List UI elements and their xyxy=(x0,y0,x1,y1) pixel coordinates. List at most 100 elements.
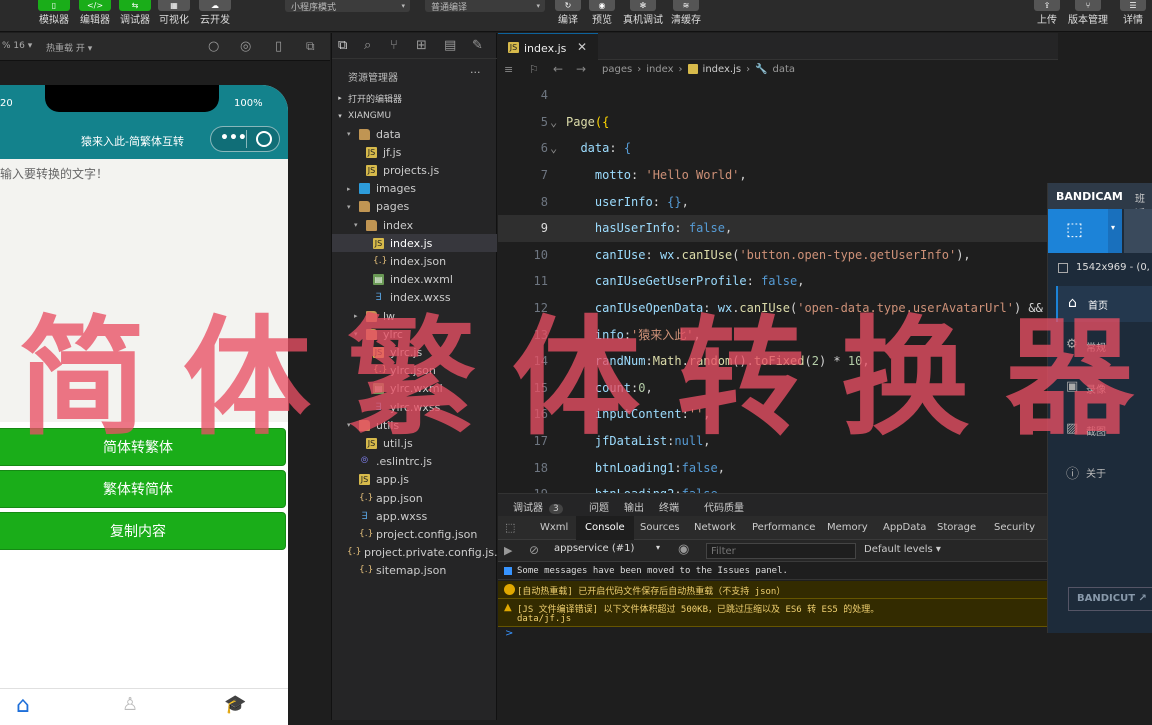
window-icon[interactable]: ⧉ xyxy=(306,39,315,54)
chevron-right-icon[interactable]: ▸ xyxy=(354,312,366,320)
devtools-tab[interactable]: Network xyxy=(694,522,736,533)
forward-arrow-icon[interactable]: → xyxy=(576,62,586,76)
bandicut-button[interactable]: BANDICUT ↗ xyxy=(1068,587,1152,611)
devtools-tab[interactable]: Security xyxy=(994,522,1035,533)
tree-item[interactable]: JS app.js xyxy=(332,471,497,489)
devtools-tab[interactable]: Console xyxy=(576,516,634,540)
compile-button[interactable]: ↻ 编译 xyxy=(555,0,581,26)
devtools-tab[interactable]: Performance xyxy=(752,522,815,533)
menu-general[interactable]: ⚙ 常规 xyxy=(1056,328,1152,364)
version-button[interactable]: ⑂ 版本管理 xyxy=(1068,0,1108,26)
fold-icon[interactable]: ⌄ xyxy=(550,141,557,155)
code-line[interactable]: 4 xyxy=(498,82,1058,109)
real-debug-button[interactable]: ✻ 真机调试 xyxy=(623,0,663,26)
tree-item[interactable]: ▤ index.wxml xyxy=(332,271,497,289)
tree-item[interactable]: ▸ images xyxy=(332,180,497,198)
chevron-right-icon[interactable]: ▸ xyxy=(347,185,359,193)
text-input-area[interactable]: 输入要转换的文字！ xyxy=(0,159,288,422)
tree-item[interactable]: JS projects.js xyxy=(332,161,497,179)
panel-tab[interactable]: 输出 xyxy=(624,499,644,514)
traditional-to-simplified-button[interactable]: 繁体转简体 xyxy=(0,470,286,508)
code-line[interactable]: 19 btnLoading2:false xyxy=(498,481,1058,493)
tree-item[interactable]: {.} app.json xyxy=(332,489,497,507)
refresh-icon[interactable]: ○ xyxy=(208,39,219,54)
tree-item[interactable]: JS util.js xyxy=(332,434,497,452)
outline-icon[interactable]: ▤ xyxy=(444,38,456,53)
details-button[interactable]: ☰ 详情 xyxy=(1120,0,1146,26)
tab-index-js[interactable]: JS index.js ✕ xyxy=(498,33,598,60)
clear-cache-button[interactable]: ≋ 清缓存 xyxy=(671,0,701,26)
more-icon[interactable]: ••• xyxy=(220,130,247,146)
tree-item[interactable]: {.} index.json xyxy=(332,252,497,270)
extensions-icon[interactable]: ⊞ xyxy=(416,38,427,53)
warn-message-file[interactable]: data/jf.js xyxy=(517,614,571,624)
eye-icon[interactable]: ◉ xyxy=(678,542,689,557)
git-icon[interactable]: ⑂ xyxy=(390,38,398,53)
search-icon[interactable]: ⌕ xyxy=(364,38,371,53)
copy-content-button[interactable]: 复制内容 xyxy=(0,512,286,550)
tree-item[interactable]: ▤ ylrc.wxml xyxy=(332,380,497,398)
visualize-button[interactable]: ▦ 可视化 xyxy=(158,0,190,26)
tree-item[interactable]: ▾ data xyxy=(332,125,497,143)
tree-item[interactable]: ∃ app.wxss xyxy=(332,507,497,525)
tree-item[interactable]: JS index.js xyxy=(332,234,497,253)
menu-about[interactable]: ⓘ 关于 xyxy=(1056,454,1152,490)
code-line[interactable]: 8 userInfo: {}, xyxy=(498,188,1058,215)
hdmi-mode-button[interactable] xyxy=(1124,209,1152,253)
capsule-menu[interactable]: ••• xyxy=(210,126,280,152)
code-line[interactable]: 11 canIUseGetUserProfile: false, xyxy=(498,268,1058,295)
screen-record-mode-button[interactable]: ⬚ xyxy=(1048,209,1108,253)
checkbox[interactable] xyxy=(1058,263,1068,273)
breadcrumb-item[interactable]: index xyxy=(646,64,673,75)
bookmark-icon[interactable]: ⚐ xyxy=(529,63,539,76)
filter-input[interactable] xyxy=(706,543,856,559)
devtools-tab[interactable]: Sources xyxy=(640,522,680,533)
tree-item[interactable]: {.} project.private.config.js... xyxy=(332,544,505,562)
chevron-down-icon[interactable]: ▾ xyxy=(347,421,359,429)
debugger-button[interactable]: ⇆ 调试器 xyxy=(119,0,151,26)
phone-icon[interactable]: ▯ xyxy=(275,39,282,54)
breadcrumb-item[interactable]: data xyxy=(773,64,796,75)
breadcrumb-item[interactable]: index.js xyxy=(703,64,742,75)
code-line[interactable]: ⌄ 6 data: { xyxy=(498,135,1058,162)
home-icon[interactable]: ⌂ xyxy=(16,693,30,718)
sidebar-toggle-icon[interactable]: ▶ xyxy=(504,544,512,557)
tree-item[interactable]: JS ylrc.js xyxy=(332,343,497,361)
editor-button[interactable]: </> 编辑器 xyxy=(79,0,111,26)
code-line[interactable]: 16 inputContent:'', xyxy=(498,401,1058,428)
tree-item[interactable]: ∃ ylrc.wxss xyxy=(332,398,497,416)
preview-button[interactable]: ◉ 预览 xyxy=(589,0,615,26)
code-line[interactable]: 15 count:0, xyxy=(498,375,1058,402)
context-select[interactable]: appservice (#1) ▾ xyxy=(554,543,666,559)
record-icon[interactable]: ◎ xyxy=(240,39,251,54)
tree-item[interactable]: {.} project.config.json xyxy=(332,525,497,543)
project-section[interactable]: ▾ XIANGMU xyxy=(332,107,497,125)
code-line[interactable]: 13 info:'猿来入此', xyxy=(498,321,1058,348)
code-line[interactable]: 9 hasUserInfo: false, xyxy=(498,215,1058,242)
simplified-to-traditional-button[interactable]: 简体转繁体 xyxy=(0,428,286,466)
simulator-button[interactable]: ▯ 模拟器 xyxy=(38,0,70,26)
cup-icon[interactable]: ♙ xyxy=(122,694,138,715)
menu-home[interactable]: ⌂ 首页 xyxy=(1056,286,1152,322)
panel-tab[interactable]: 终端 xyxy=(659,499,679,514)
clear-console-icon[interactable]: ⊘ xyxy=(529,543,539,557)
inspect-icon[interactable]: ⬚ xyxy=(505,521,515,534)
fold-icon[interactable]: ⌄ xyxy=(550,115,557,129)
tree-item[interactable]: ▾ index xyxy=(332,216,497,234)
panel-tab[interactable]: 问题 xyxy=(589,499,609,514)
tree-item[interactable]: ∃ index.wxss xyxy=(332,289,497,307)
menu-screenshot[interactable]: ▨ 截图 xyxy=(1056,412,1152,448)
code-area[interactable]: 4 ⌄ 5 Page({⌄ 6 data: {7 motto: 'Hello World… xyxy=(498,82,1058,493)
more-icon[interactable]: ··· xyxy=(470,66,481,79)
compile-select[interactable]: 普通编译 ▾ xyxy=(425,0,545,13)
files-icon[interactable]: ⧉ xyxy=(338,38,347,53)
tree-item[interactable]: JS jf.js xyxy=(332,143,497,161)
devtools-tab[interactable]: AppData xyxy=(883,522,926,533)
code-line[interactable]: 17 jfDataList:null, xyxy=(498,428,1058,455)
mode-select[interactable]: 小程序模式 ▾ xyxy=(285,0,410,13)
chevron-down-icon[interactable]: ▾ xyxy=(347,130,359,138)
zoom-select[interactable]: % 16 ▾ xyxy=(2,41,32,51)
devtools-tab[interactable]: Wxml xyxy=(540,522,568,533)
console-prompt[interactable]: > xyxy=(505,628,513,639)
close-icon[interactable]: ✕ xyxy=(577,40,587,54)
